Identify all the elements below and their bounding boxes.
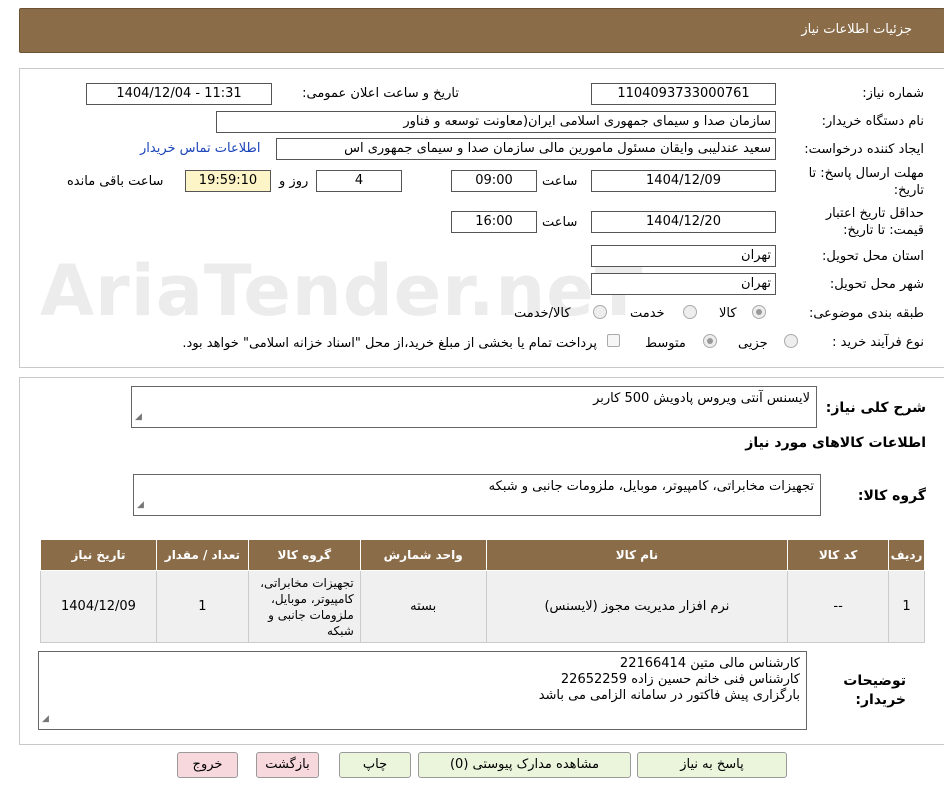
treasury-payment-checkbox[interactable] <box>607 334 620 347</box>
buyer-note-line: کارشناس فنی خانم حسین زاده 22652259 <box>560 672 800 687</box>
col-header-date: تاریخ نیاز <box>40 539 157 571</box>
cell-group: تجهیزات مخابراتی، کامپیوتر، موبایل، ملزو… <box>247 570 361 643</box>
deadline-label-2: تاریخ: <box>893 183 924 198</box>
table-row: 1 -- نرم افزار مدیریت مجوز (لایسنس) بسته… <box>40 570 925 643</box>
col-header-qty: تعداد / مقدار <box>155 539 249 571</box>
summary-textarea[interactable]: لایسنس آنتی ویروس پادویش 500 کاربر ◢ <box>131 386 817 428</box>
exit-button[interactable]: خروج <box>177 752 238 778</box>
col-header-code: کد کالا <box>787 539 890 571</box>
back-button[interactable]: بازگشت <box>256 752 319 778</box>
cell-date: 1404/12/09 <box>40 570 157 643</box>
cell-qty: 1 <box>155 570 249 643</box>
table-header-row: ردیف کد کالا نام کالا واحد شمارش گروه کا… <box>40 539 925 571</box>
validity-label: حداقل تاریخ اعتبار <box>825 206 924 221</box>
payment-note: پرداخت تمام یا بخشی از مبلغ خرید،از محل … <box>182 336 597 351</box>
resize-grip-icon: ◢ <box>137 500 144 510</box>
category-both-label: کالا/خدمت <box>514 306 571 321</box>
resize-grip-icon: ◢ <box>135 412 142 422</box>
category-label: طبقه بندی موضوعی: <box>808 306 924 321</box>
page-header: جزئیات اطلاعات نیاز <box>19 8 944 53</box>
requester-label: ایجاد کننده درخواست: <box>804 142 924 157</box>
process-medium-radio[interactable] <box>703 334 717 348</box>
cell-code: -- <box>787 570 890 643</box>
summary-label: شرح کلی نیاز: <box>825 400 926 416</box>
col-header-unit: واحد شمارش <box>359 539 487 571</box>
cell-name: نرم افزار مدیریت مجوز (لایسنس) <box>485 570 789 643</box>
cell-unit: بسته <box>359 570 487 643</box>
cell-row-num: 1 <box>888 570 925 643</box>
buyer-notes-textarea[interactable]: کارشناس مالی متین 22166414 کارشناس فنی خ… <box>38 651 807 730</box>
goods-group-label: گروه کالا: <box>857 488 926 504</box>
need-number-label: شماره نیاز: <box>862 86 924 101</box>
buyer-notes-label-2: خریدار: <box>855 692 906 708</box>
page-title: جزئیات اطلاعات نیاز <box>801 22 912 37</box>
remaining-time-field: 19:59:10 <box>185 170 271 192</box>
buyer-notes-label: توضیحات <box>843 673 906 689</box>
reply-button[interactable]: پاسخ به نیاز <box>637 752 787 778</box>
contact-info-link[interactable]: اطلاعات تماس خریدار <box>140 141 260 156</box>
category-goods-radio[interactable] <box>752 305 766 319</box>
col-header-row-num: ردیف <box>888 539 925 571</box>
resize-grip-icon: ◢ <box>42 714 49 724</box>
validity-time-field: 16:00 <box>451 211 537 233</box>
announce-label: تاریخ و ساعت اعلان عمومی: <box>302 86 459 101</box>
validity-time-label: ساعت <box>542 215 578 230</box>
col-header-group: گروه کالا <box>247 539 361 571</box>
remaining-label: ساعت باقی مانده <box>67 174 164 189</box>
buyer-org-field: سازمان صدا و سیمای جمهوری اسلامی ایران(م… <box>216 111 776 133</box>
province-field: تهران <box>591 245 776 267</box>
requester-field: سعید عندلیبی وایقان مسئول مامورین مالی س… <box>276 138 776 160</box>
validity-date-field: 1404/12/20 <box>591 211 776 233</box>
buyer-note-line: کارشناس مالی متین 22166414 <box>619 656 800 671</box>
category-service-label: خدمت <box>630 306 665 321</box>
deadline-label: مهلت ارسال پاسخ: تا <box>808 166 924 181</box>
category-goods-label: کالا <box>719 306 737 321</box>
buyer-note-line: بارگزاری پیش فاکتور در سامانه الزامی می … <box>538 688 800 703</box>
days-label: روز و <box>279 174 309 189</box>
goods-group-text: تجهیزات مخابراتی، کامپیوتر، موبایل، ملزو… <box>488 479 814 494</box>
col-header-name: نام کالا <box>485 539 789 571</box>
process-medium-label: متوسط <box>645 336 686 351</box>
buyer-org-label: نام دستگاه خریدار: <box>821 114 924 129</box>
announce-field: 1404/12/04 - 11:31 <box>86 83 272 105</box>
summary-text: لایسنس آنتی ویروس پادویش 500 کاربر <box>593 391 810 406</box>
validity-label-2: قیمت: تا تاریخ: <box>843 223 924 238</box>
process-minor-label: جزیی <box>738 336 768 351</box>
category-both-radio[interactable] <box>593 305 607 319</box>
deadline-time-field: 09:00 <box>451 170 537 192</box>
city-field: تهران <box>591 273 776 295</box>
province-label: استان محل تحویل: <box>822 249 924 264</box>
days-field: 4 <box>316 170 402 192</box>
process-minor-radio[interactable] <box>784 334 798 348</box>
goods-table: ردیف کد کالا نام کالا واحد شمارش گروه کا… <box>40 539 925 643</box>
need-number-field: 1104093733000761 <box>591 83 776 105</box>
category-service-radio[interactable] <box>683 305 697 319</box>
goods-group-textarea[interactable]: تجهیزات مخابراتی، کامپیوتر، موبایل، ملزو… <box>133 474 821 516</box>
deadline-time-label: ساعت <box>542 174 578 189</box>
attachments-button[interactable]: مشاهده مدارک پیوستی (0) <box>418 752 631 778</box>
deadline-date-field: 1404/12/09 <box>591 170 776 192</box>
city-label: شهر محل تحویل: <box>829 277 924 292</box>
print-button[interactable]: چاپ <box>339 752 411 778</box>
process-label: نوع فرآیند خرید : <box>832 335 924 350</box>
goods-info-title: اطلاعات کالاهای مورد نیاز <box>745 435 926 451</box>
